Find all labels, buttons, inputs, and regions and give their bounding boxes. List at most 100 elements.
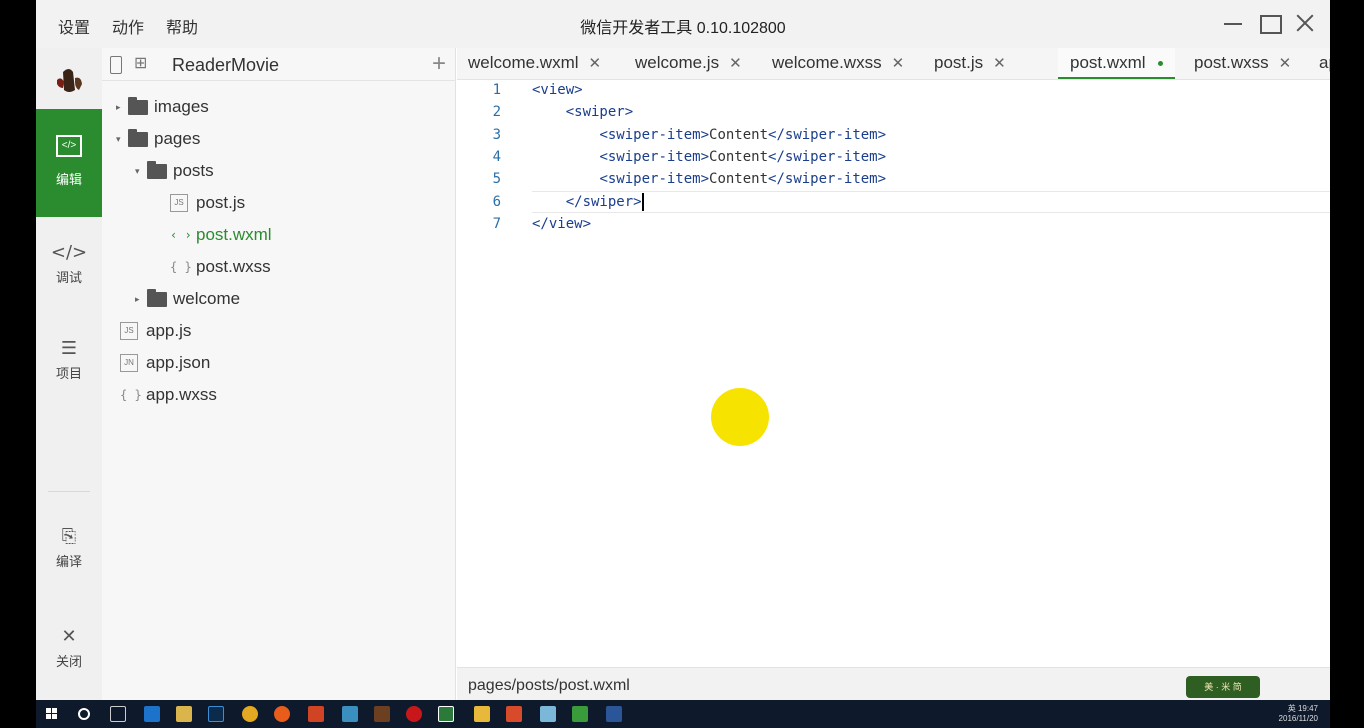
close-tab-icon[interactable]: ✕ xyxy=(589,55,602,72)
close-icon: ✕ xyxy=(61,626,77,647)
folder-icon xyxy=(128,96,148,115)
tab-label: app.js xyxy=(1319,53,1330,72)
close-tab-icon[interactable]: ✕ xyxy=(993,55,1006,72)
css-file-icon: { } xyxy=(170,260,192,274)
click-indicator xyxy=(711,388,769,446)
tab-label: welcome.wxss xyxy=(772,53,882,72)
sidebar-item-project[interactable]: ☰ 项目 xyxy=(36,338,102,382)
wechat-devtools-icon[interactable] xyxy=(438,706,454,722)
code-line: <view> xyxy=(532,82,583,98)
screen-border-right xyxy=(1330,0,1364,700)
task-view-icon[interactable] xyxy=(110,706,126,722)
tree-folder-posts[interactable]: ▾ posts xyxy=(135,158,214,184)
line-number: 2 xyxy=(492,104,501,120)
clock-date: 2016/11/20 xyxy=(1278,714,1318,723)
tree-file-post-wxss[interactable]: { } post.wxss xyxy=(170,254,271,280)
tree-file-app-json[interactable]: JN app.json xyxy=(120,350,210,376)
tree-view-icon[interactable]: ⊞ xyxy=(134,53,147,73)
unsaved-dot-icon xyxy=(1157,61,1163,67)
file-path: pages/posts/post.wxml xyxy=(468,677,630,694)
tree-file-post-wxml[interactable]: ‹ › post.wxml xyxy=(170,222,272,248)
sidebar: </> 编辑 </> 调试 ☰ 项目 ⎘ 编译 ✕ 关闭 xyxy=(36,48,102,700)
tree-folder-welcome[interactable]: ▸ welcome xyxy=(135,286,240,312)
tab-label: welcome.wxml xyxy=(468,53,579,72)
maximize-icon[interactable] xyxy=(1258,12,1282,34)
ime-indicator[interactable]: 英 xyxy=(1288,704,1296,713)
edge-browser-icon[interactable] xyxy=(144,706,160,722)
tree-folder-images[interactable]: ▸ images xyxy=(116,94,209,120)
chevron-down-icon[interactable]: ▾ xyxy=(116,134,128,145)
minimize-icon[interactable] xyxy=(1222,12,1244,34)
tree-folder-pages[interactable]: ▾ pages xyxy=(116,126,200,152)
chevron-right-icon[interactable]: ▸ xyxy=(116,102,128,113)
system-tray[interactable]: 英 19:47 2016/11/20 xyxy=(1279,704,1318,724)
close-tab-icon[interactable]: ✕ xyxy=(1279,55,1292,72)
code-line: <swiper-item>Content</swiper-item> xyxy=(599,149,887,165)
text-cursor xyxy=(641,193,644,211)
code-editor[interactable]: 1 2 3 4 5 6 7 <view> <swiper> <swiper-it… xyxy=(457,80,1330,665)
close-tab-icon[interactable]: ✕ xyxy=(892,55,905,72)
powerpoint-icon[interactable] xyxy=(308,706,324,722)
clock-time: 19:47 xyxy=(1297,704,1318,713)
code-line: <swiper-item>Content</swiper-item> xyxy=(599,127,887,143)
sidebar-item-edit[interactable]: </> 编辑 xyxy=(36,109,102,217)
app-icon[interactable] xyxy=(540,706,556,722)
app-icon[interactable] xyxy=(374,706,390,722)
devtools-window: 设置 动作 帮助 微信开发者工具 0.10.102800 </> 编辑 </> … xyxy=(36,0,1330,700)
add-file-icon[interactable]: + xyxy=(432,50,446,78)
tab-welcome-wxml[interactable]: welcome.wxml ✕ xyxy=(468,48,602,79)
chrome-icon[interactable] xyxy=(242,706,258,722)
chevron-down-icon[interactable]: ▾ xyxy=(135,166,147,177)
tab-label: post.wxss xyxy=(1194,53,1269,72)
code-box-icon: </> xyxy=(56,135,82,157)
close-tab-icon[interactable]: ✕ xyxy=(729,55,742,72)
tab-welcome-wxss[interactable]: welcome.wxss ✕ xyxy=(772,48,905,79)
windows-start-icon[interactable] xyxy=(46,708,58,720)
tree-file-post-js[interactable]: JS post.js xyxy=(170,190,245,216)
sidebar-item-debug[interactable]: </> 调试 xyxy=(36,242,102,286)
avatar[interactable] xyxy=(49,60,89,100)
line-number: 3 xyxy=(492,127,501,143)
tree-node-label: app.json xyxy=(146,353,211,372)
js-file-icon: JS xyxy=(120,322,138,340)
tree-node-label: pages xyxy=(154,129,201,148)
firefox-icon[interactable] xyxy=(274,706,290,722)
screen-border-left xyxy=(0,0,36,700)
title-bar: 设置 动作 帮助 微信开发者工具 0.10.102800 xyxy=(36,0,1330,48)
json-file-icon: JN xyxy=(120,354,138,372)
app-icon[interactable] xyxy=(572,706,588,722)
record-icon[interactable] xyxy=(406,706,422,722)
word-icon[interactable] xyxy=(606,706,622,722)
tab-app-js[interactable]: app.js xyxy=(1319,48,1330,79)
folder-icon xyxy=(128,128,148,147)
folder-icon xyxy=(147,288,167,307)
tab-welcome-js[interactable]: welcome.js ✕ xyxy=(635,48,742,79)
photoshop-icon[interactable] xyxy=(208,706,224,722)
close-window-icon[interactable] xyxy=(1294,12,1316,34)
sidebar-item-label: 项目 xyxy=(55,366,82,381)
app-icon[interactable] xyxy=(474,706,490,722)
tree-file-app-wxss[interactable]: { } app.wxss xyxy=(120,382,217,408)
tree-file-app-js[interactable]: JS app.js xyxy=(120,318,191,344)
file-tree-header: ⊞ ReaderMovie + xyxy=(102,48,456,81)
file-explorer-icon[interactable] xyxy=(176,706,192,722)
sidebar-item-label: 编译 xyxy=(55,554,82,569)
status-bar: pages/posts/post.wxml 美 · 米 简 xyxy=(457,667,1330,700)
search-icon[interactable] xyxy=(78,708,90,720)
tree-node-label: app.js xyxy=(146,321,192,340)
sidebar-item-compile[interactable]: ⎘ 编译 xyxy=(36,526,102,570)
chevron-right-icon[interactable]: ▸ xyxy=(135,294,147,305)
app-icon[interactable] xyxy=(506,706,522,722)
app-icon[interactable] xyxy=(342,706,358,722)
line-number: 6 xyxy=(492,194,501,210)
tab-label: welcome.js xyxy=(635,53,720,72)
current-line-highlight xyxy=(532,191,1330,213)
tab-post-wxss[interactable]: post.wxss ✕ xyxy=(1194,48,1292,79)
tab-post-wxml[interactable]: post.wxml xyxy=(1058,48,1175,79)
tree-node-label: post.wxss xyxy=(196,257,271,276)
phone-icon[interactable] xyxy=(110,56,122,74)
sidebar-item-close[interactable]: ✕ 关闭 xyxy=(36,626,102,670)
code-line: </swiper> xyxy=(565,193,644,211)
tab-label: post.wxml xyxy=(1070,53,1146,72)
tab-post-js[interactable]: post.js ✕ xyxy=(934,48,1006,79)
